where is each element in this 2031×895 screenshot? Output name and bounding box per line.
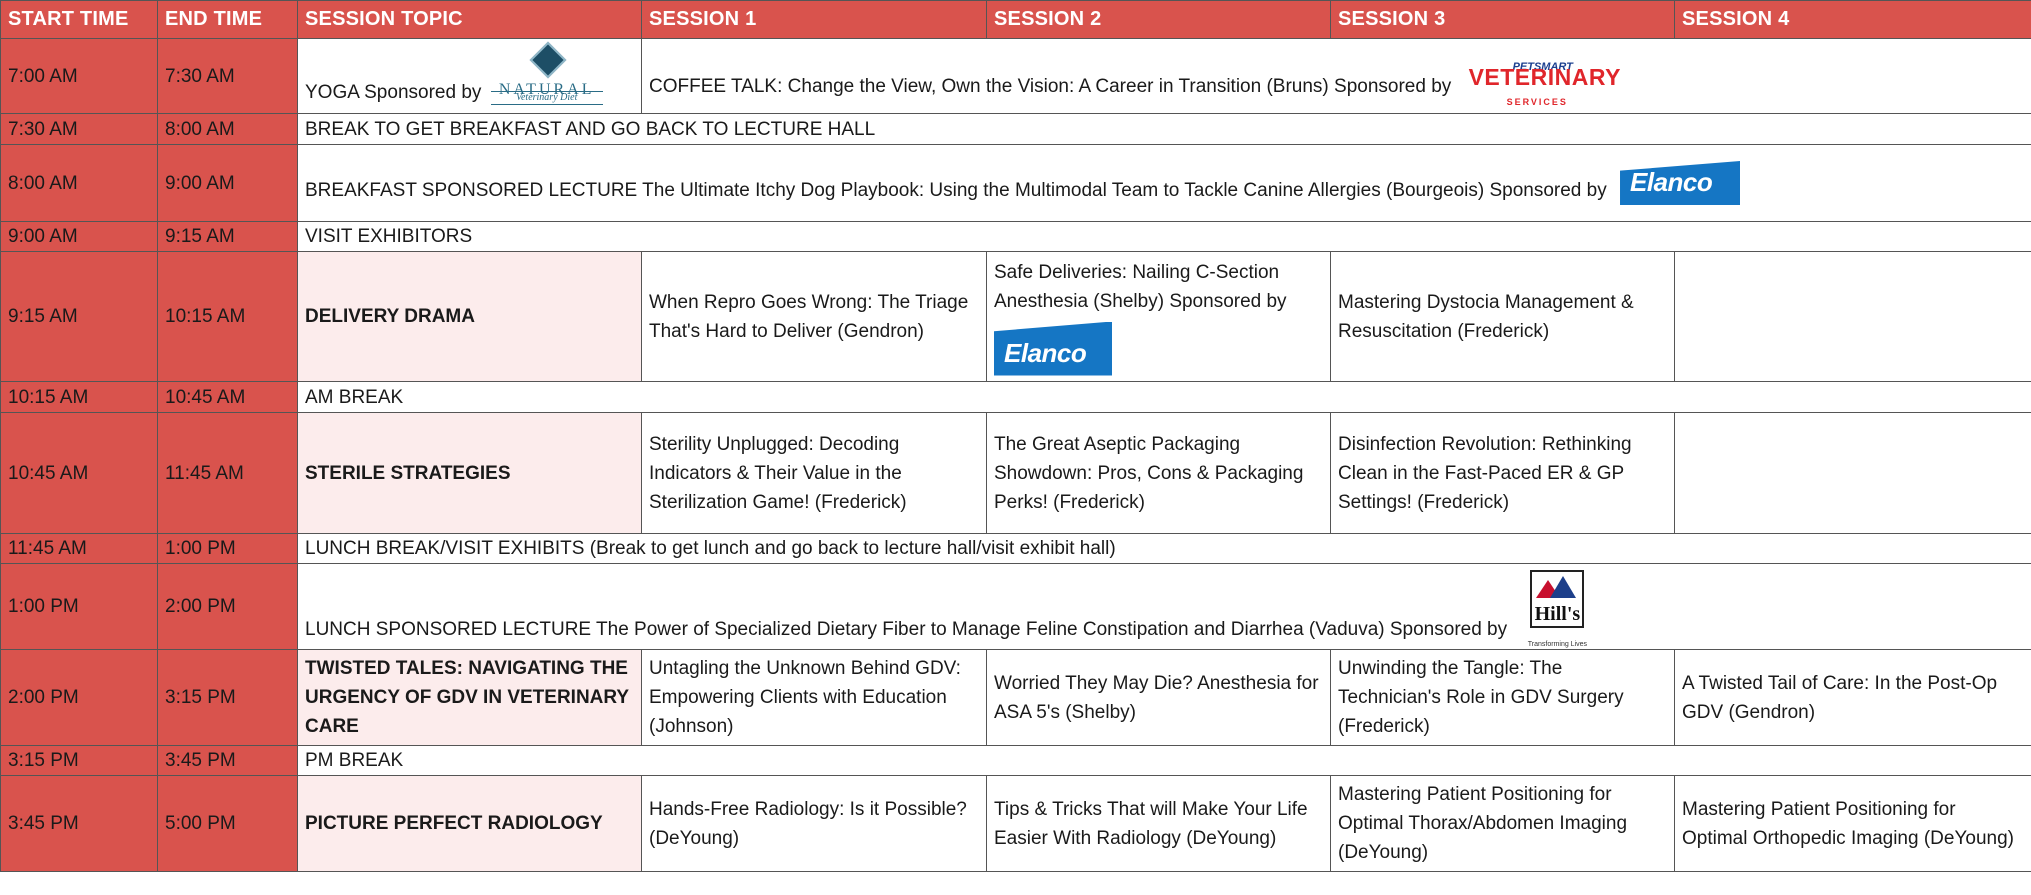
- session-1-cell: Hands-Free Radiology: Is it Possible? (D…: [641, 775, 987, 872]
- session-topic-cell: STERILE STRATEGIES: [297, 412, 642, 534]
- table-row: 7:00 AM 7:30 AM YOGA Sponsored by NATURA…: [0, 38, 2031, 114]
- start-time-cell: 10:45 AM: [0, 412, 158, 534]
- petsmart-services-word: SERVICES: [1506, 97, 1568, 107]
- end-time-cell: 9:00 AM: [157, 144, 298, 222]
- session-3-cell: Mastering Dystocia Management & Resuscit…: [1330, 251, 1675, 382]
- start-time-cell: 3:45 PM: [0, 775, 158, 872]
- start-time-cell: 9:00 AM: [0, 221, 158, 252]
- yoga-text: YOGA Sponsored by: [305, 82, 482, 103]
- session-topic-cell: TWISTED TALES: NAVIGATING THE URGENCY OF…: [297, 649, 642, 746]
- session-1-cell: Sterility Unplugged: Decoding Indicators…: [641, 412, 987, 534]
- break-cell: BREAK TO GET BREAKFAST AND GO BACK TO LE…: [297, 113, 2031, 145]
- natural-logo-sub: Veterinary Diet: [490, 91, 603, 105]
- table-row: 3:15 PM 3:45 PM PM BREAK: [0, 745, 2031, 776]
- session-2-cell: Worried They May Die? Anesthesia for ASA…: [986, 649, 1331, 746]
- header-session-1: SESSION 1: [641, 0, 987, 39]
- session-topic-cell: DELIVERY DRAMA: [297, 251, 642, 382]
- end-time-cell: 10:15 AM: [157, 251, 298, 382]
- elanco-logo-word: Elanco: [1004, 337, 1087, 368]
- petsmart-veterinary-services-logo: PETSMART VETERINARY SERVICES: [1469, 51, 1621, 107]
- elanco-logo: Elanco: [994, 321, 1112, 376]
- natural-diamond-icon: [529, 41, 567, 79]
- session-1-cell: When Repro Goes Wrong: The Triage That's…: [641, 251, 987, 382]
- session-2-text: Safe Deliveries: Nailing C-Section Anest…: [994, 261, 1287, 312]
- start-time-cell: 7:30 AM: [0, 113, 158, 145]
- end-time-cell: 5:00 PM: [157, 775, 298, 872]
- table-row: 1:00 PM 2:00 PM LUNCH SPONSORED LECTURE …: [0, 563, 2031, 650]
- header-row: START TIME END TIME SESSION TOPIC SESSIO…: [0, 0, 2031, 39]
- breakfast-lecture-cell: BREAKFAST SPONSORED LECTURE The Ultimate…: [297, 144, 2031, 222]
- hills-blue-peak-icon: [1550, 575, 1577, 598]
- elanco-logo: Elanco: [1620, 161, 1741, 205]
- header-session-2: SESSION 2: [986, 0, 1331, 39]
- breakfast-lecture-text: BREAKFAST SPONSORED LECTURE The Ultimate…: [305, 180, 1607, 201]
- session-2-cell: Tips & Tricks That will Make Your Life E…: [986, 775, 1331, 872]
- session-4-cell: A Twisted Tail of Care: In the Post-Op G…: [1674, 649, 2031, 746]
- lunch-break-cell: LUNCH BREAK/VISIT EXHIBITS (Break to get…: [297, 533, 2031, 564]
- table-row: 10:15 AM 10:45 AM AM BREAK: [0, 381, 2031, 413]
- lunch-lecture-text: LUNCH SPONSORED LECTURE The Power of Spe…: [305, 618, 1508, 640]
- start-time-cell: 9:15 AM: [0, 251, 158, 382]
- table-row: 3:45 PM 5:00 PM PICTURE PERFECT RADIOLOG…: [0, 775, 2031, 872]
- session-3-cell: Unwinding the Tangle: The Technician's R…: [1330, 649, 1675, 746]
- end-time-cell: 11:45 AM: [157, 412, 298, 534]
- elanco-logo-word: Elanco: [1630, 167, 1713, 197]
- hills-logo: Hill's Transforming Lives: [1524, 569, 1587, 648]
- table-row: 2:00 PM 3:15 PM TWISTED TALES: NAVIGATIN…: [0, 649, 2031, 746]
- session-4-cell: [1674, 251, 2031, 382]
- session-4-cell: [1674, 412, 2031, 534]
- table-row: 9:00 AM 9:15 AM VISIT EXHIBITORS: [0, 221, 2031, 252]
- header-start-time: START TIME: [0, 0, 158, 39]
- end-time-cell: 1:00 PM: [157, 533, 298, 564]
- natural-veterinary-diet-logo: NATURAL Veterinary Diet: [490, 41, 603, 107]
- start-time-cell: 11:45 AM: [0, 533, 158, 564]
- end-time-cell: 7:30 AM: [157, 38, 298, 114]
- session-4-cell: Mastering Patient Positioning for Optima…: [1674, 775, 2031, 872]
- end-time-cell: 9:15 AM: [157, 221, 298, 252]
- header-end-time: END TIME: [157, 0, 298, 39]
- header-session-4: SESSION 4: [1674, 0, 2031, 39]
- session-2-cell: The Great Aseptic Packaging Showdown: Pr…: [986, 412, 1331, 534]
- start-time-cell: 8:00 AM: [0, 144, 158, 222]
- start-time-cell: 3:15 PM: [0, 745, 158, 776]
- header-session-topic: SESSION TOPIC: [297, 0, 642, 39]
- start-time-cell: 1:00 PM: [0, 563, 158, 650]
- session-topic-cell: PICTURE PERFECT RADIOLOGY: [297, 775, 642, 872]
- pm-break-cell: PM BREAK: [297, 745, 2031, 776]
- hills-logo-word: Hill's: [1534, 602, 1581, 625]
- yoga-cell: YOGA Sponsored by NATURAL Veterinary Die…: [297, 38, 642, 114]
- end-time-cell: 2:00 PM: [157, 563, 298, 650]
- session-3-cell: Mastering Patient Positioning for Optima…: [1330, 775, 1675, 872]
- session-1-cell: Untagling the Unknown Behind GDV: Empowe…: [641, 649, 987, 746]
- coffee-talk-text: COFFEE TALK: Change the View, Own the Vi…: [649, 76, 1452, 97]
- start-time-cell: 2:00 PM: [0, 649, 158, 746]
- coffee-talk-cell: COFFEE TALK: Change the View, Own the Vi…: [641, 38, 2031, 114]
- session-2-cell: Safe Deliveries: Nailing C-Section Anest…: [986, 251, 1331, 382]
- end-time-cell: 10:45 AM: [157, 381, 298, 413]
- session-3-cell: Disinfection Revolution: Rethinking Clea…: [1330, 412, 1675, 534]
- start-time-cell: 10:15 AM: [0, 381, 158, 413]
- table-row: 11:45 AM 1:00 PM LUNCH BREAK/VISIT EXHIB…: [0, 533, 2031, 564]
- table-row: 8:00 AM 9:00 AM BREAKFAST SPONSORED LECT…: [0, 144, 2031, 222]
- hills-logo-tagline: Transforming Lives: [1527, 640, 1588, 648]
- visit-exhibitors-cell: VISIT EXHIBITORS: [297, 221, 2031, 252]
- end-time-cell: 8:00 AM: [157, 113, 298, 145]
- am-break-cell: AM BREAK: [297, 381, 2031, 413]
- end-time-cell: 3:15 PM: [157, 649, 298, 746]
- table-row: 7:30 AM 8:00 AM BREAK TO GET BREAKFAST A…: [0, 113, 2031, 145]
- header-session-3: SESSION 3: [1330, 0, 1675, 39]
- schedule-table: START TIME END TIME SESSION TOPIC SESSIO…: [0, 0, 2031, 872]
- table-row: 9:15 AM 10:15 AM DELIVERY DRAMA When Rep…: [0, 251, 2031, 382]
- lunch-lecture-cell: LUNCH SPONSORED LECTURE The Power of Spe…: [297, 563, 2031, 650]
- start-time-cell: 7:00 AM: [0, 38, 158, 114]
- end-time-cell: 3:45 PM: [157, 745, 298, 776]
- table-row: 10:45 AM 11:45 AM STERILE STRATEGIES Ste…: [0, 412, 2031, 534]
